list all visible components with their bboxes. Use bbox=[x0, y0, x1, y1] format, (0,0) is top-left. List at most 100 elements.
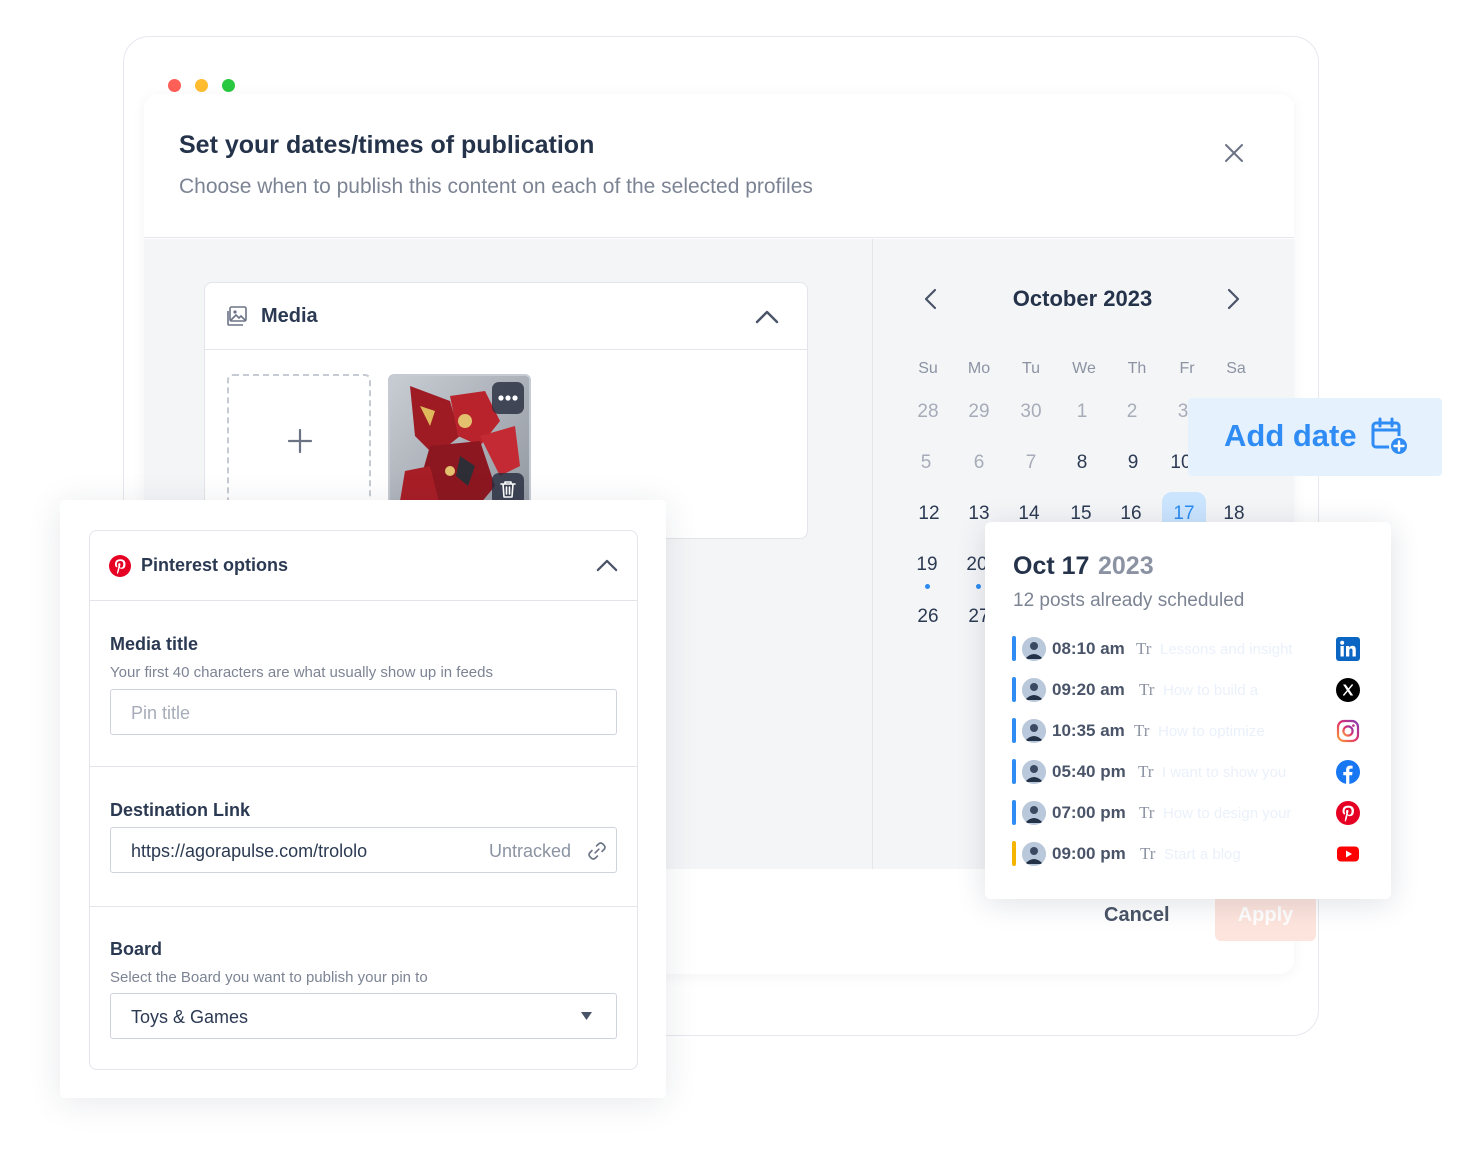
text-format-icon: Tr bbox=[1134, 721, 1150, 740]
board-help: Select the Board you want to publish you… bbox=[110, 969, 428, 986]
avatar bbox=[1022, 801, 1046, 825]
weekday-label: Tu bbox=[1021, 360, 1041, 377]
caret-down-icon bbox=[581, 1012, 592, 1020]
pinterest-options-title: Pinterest options bbox=[141, 555, 289, 575]
scheduled-post-row[interactable]: 09:20 am Tr How to build a bbox=[1012, 676, 1378, 704]
post-preview-text: I want to show you bbox=[1162, 764, 1287, 781]
weekday-label: Mo bbox=[967, 360, 991, 377]
media-title: Media bbox=[261, 305, 318, 327]
post-time: 07:00 pm bbox=[1052, 803, 1126, 822]
calendar-day[interactable]: 26 bbox=[906, 595, 950, 639]
calendar-day[interactable]: 5 bbox=[904, 441, 948, 485]
add-date-label: Add date bbox=[1224, 418, 1357, 453]
post-preview-text: Start a blog bbox=[1164, 846, 1241, 863]
pin-title-input[interactable]: Pin title bbox=[110, 689, 617, 735]
avatar bbox=[1022, 760, 1046, 784]
destination-link-value: https://agorapulse.com/trololo bbox=[131, 841, 368, 861]
calendar-day[interactable]: 6 bbox=[957, 441, 1001, 485]
weekday-label: Su bbox=[918, 360, 938, 377]
instagram-icon bbox=[1336, 719, 1360, 743]
text-format-icon: Tr bbox=[1139, 680, 1155, 699]
board-section: Board Select the Board you want to publi… bbox=[90, 907, 637, 1069]
board-selected-value: Toys & Games bbox=[131, 1007, 249, 1027]
modal-subtitle: Choose when to publish this content on e… bbox=[179, 175, 813, 198]
pinterest-icon bbox=[1336, 801, 1360, 825]
media-title-help: Your first 40 characters are what usuall… bbox=[110, 664, 493, 681]
calendar-day[interactable]: 19 bbox=[905, 543, 949, 587]
status-bar bbox=[1012, 759, 1016, 784]
pinterest-logo-icon bbox=[109, 555, 131, 577]
day-schedule-popover: Oct 17 2023 12 posts already scheduled 0… bbox=[985, 522, 1391, 899]
weekday-label: We bbox=[1072, 360, 1096, 377]
status-bar bbox=[1012, 636, 1016, 661]
pinterest-options-panel: Pinterest options Media title Your first… bbox=[60, 500, 666, 1098]
scheduled-post-row[interactable]: 05:40 pm Tr I want to show you bbox=[1012, 758, 1378, 786]
chevron-up-icon[interactable] bbox=[755, 310, 779, 324]
post-time: 09:00 pm bbox=[1052, 844, 1126, 863]
post-time: 10:35 am bbox=[1052, 721, 1125, 740]
board-label: Board bbox=[110, 939, 163, 959]
post-preview-text: Lessons and insight bbox=[1160, 641, 1293, 658]
popover-year: 2023 bbox=[1098, 552, 1154, 580]
text-format-icon: Tr bbox=[1138, 762, 1154, 781]
pinterest-options-header[interactable]: Pinterest options bbox=[90, 531, 637, 601]
board-select[interactable]: Toys & Games bbox=[110, 993, 617, 1039]
calendar-day[interactable]: 9 bbox=[1111, 441, 1155, 485]
popover-subtitle: 12 posts already scheduled bbox=[1013, 590, 1245, 611]
text-format-icon: Tr bbox=[1136, 639, 1152, 658]
post-preview-text: How to design your bbox=[1163, 805, 1292, 822]
weekday-label: Sa bbox=[1226, 360, 1246, 377]
cancel-button[interactable]: Cancel bbox=[1104, 904, 1170, 927]
weekday-label: Th bbox=[1127, 360, 1147, 377]
pinterest-options-card: Pinterest options Media title Your first… bbox=[89, 530, 638, 1070]
post-preview-text: How to build a bbox=[1163, 682, 1259, 699]
calendar-day[interactable]: 7 bbox=[1009, 441, 1053, 485]
calendar-day[interactable]: 30 bbox=[1009, 390, 1053, 434]
window-maximize-dot[interactable] bbox=[222, 79, 235, 92]
facebook-icon bbox=[1336, 760, 1360, 784]
next-month-chevron-icon[interactable] bbox=[1223, 287, 1243, 311]
calendar-day[interactable]: 2 bbox=[1110, 390, 1154, 434]
scheduled-post-row[interactable]: 09:00 pm Tr Start a blog bbox=[1012, 840, 1378, 868]
modal-title: Set your dates/times of publication bbox=[179, 131, 595, 159]
status-bar bbox=[1012, 718, 1016, 743]
post-time: 09:20 am bbox=[1052, 680, 1125, 699]
destination-link-input[interactable]: https://agorapulse.com/trololo Untracked bbox=[110, 827, 617, 873]
media-card-header[interactable]: Media bbox=[205, 283, 807, 350]
link-icon[interactable] bbox=[586, 840, 608, 862]
pin-title-placeholder: Pin title bbox=[131, 703, 191, 723]
window-close-dot[interactable] bbox=[168, 79, 181, 92]
scheduled-post-row[interactable]: 08:10 am Tr Lessons and insight bbox=[1012, 635, 1378, 663]
add-date-button[interactable]: Add date bbox=[1188, 398, 1442, 476]
panel-divider bbox=[872, 239, 873, 869]
window-minimize-dot[interactable] bbox=[195, 79, 208, 92]
chevron-up-icon[interactable] bbox=[596, 559, 618, 572]
post-time: 05:40 pm bbox=[1052, 762, 1126, 781]
destination-link-label: Destination Link bbox=[110, 800, 251, 820]
close-icon[interactable] bbox=[1222, 141, 1246, 165]
popover-date: Oct 17 bbox=[1013, 552, 1090, 580]
scheduled-post-row[interactable]: 10:35 am Tr How to optimize bbox=[1012, 717, 1378, 745]
calendar-day[interactable]: 29 bbox=[957, 390, 1001, 434]
scheduled-posts-dot bbox=[925, 584, 930, 589]
media-title-label: Media title bbox=[110, 634, 199, 654]
media-options-button[interactable] bbox=[492, 382, 524, 414]
calendar-day[interactable]: 28 bbox=[906, 390, 950, 434]
previous-month-chevron-icon[interactable] bbox=[921, 287, 941, 311]
calendar-day[interactable]: 1 bbox=[1060, 390, 1104, 434]
linkedin-icon bbox=[1336, 637, 1360, 661]
text-format-icon: Tr bbox=[1140, 844, 1156, 863]
plus-icon bbox=[287, 428, 313, 454]
modal-header: Set your dates/times of publication Choo… bbox=[144, 94, 1294, 238]
media-title-section: Media title Your first 40 characters are… bbox=[90, 601, 637, 767]
avatar bbox=[1022, 678, 1046, 702]
status-bar bbox=[1012, 677, 1016, 702]
calendar-day[interactable]: 8 bbox=[1060, 441, 1104, 485]
images-icon bbox=[227, 306, 247, 326]
avatar bbox=[1022, 719, 1046, 743]
calendar-day[interactable]: 12 bbox=[907, 492, 951, 536]
scheduled-posts-dot bbox=[976, 584, 981, 589]
tracking-status: Untracked bbox=[489, 841, 572, 861]
calendar-add-icon bbox=[1371, 417, 1409, 456]
scheduled-post-row[interactable]: 07:00 pm Tr How to design your bbox=[1012, 799, 1378, 827]
